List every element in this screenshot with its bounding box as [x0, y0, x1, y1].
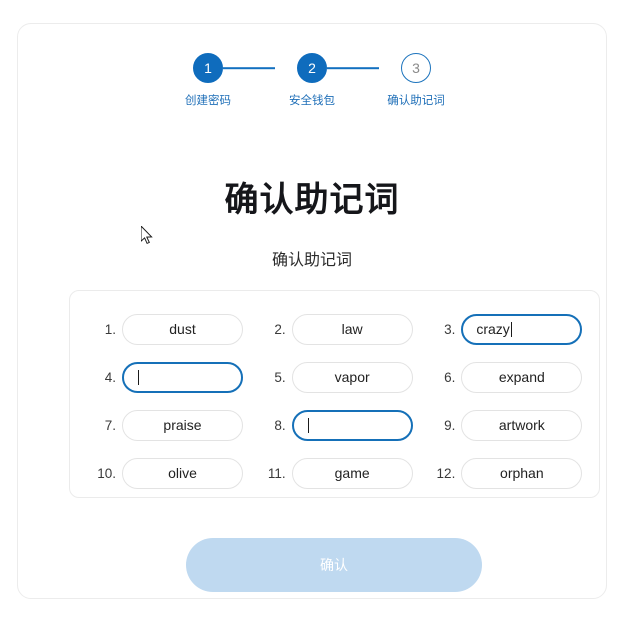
stepper-number-1: 1: [193, 53, 223, 83]
mnemonic-word-input-3[interactable]: crazy: [461, 313, 583, 345]
page-title: 确认助记词: [224, 181, 400, 219]
stepper-circle-row: 3: [364, 52, 468, 84]
stepper-label-3: 确认助记词: [387, 95, 445, 107]
stepper: 1 创建密码 2 安全钱包 3 确认助记词: [18, 52, 606, 110]
mnemonic-word-input-8[interactable]: [291, 409, 413, 441]
mnemonic-word-input-12[interactable]: orphan: [461, 457, 583, 489]
onboarding-card: 1 创建密码 2 安全钱包 3 确认助记词 确认助记词 确认助记词 1. dust 2. law…: [17, 23, 607, 599]
confirm-button[interactable]: 确认: [186, 538, 482, 592]
stepper-label-2: 安全钱包: [289, 95, 335, 107]
stepper-number-2: 2: [297, 53, 327, 83]
mnemonic-cell: 4.: [80, 361, 250, 393]
mnemonic-cell: 9. artwork: [419, 409, 589, 441]
mnemonic-cell: 12. orphan: [419, 457, 589, 489]
mnemonic-index: 7.: [104, 417, 116, 433]
mnemonic-cell: 10. olive: [80, 457, 250, 489]
mnemonic-index: 4.: [104, 369, 116, 385]
mnemonic-index: 8.: [274, 417, 286, 433]
mnemonic-index: 12.: [436, 465, 456, 481]
mnemonic-grid: 1. dust 2. law 3. crazy 4. 5. vapor 6. expand 7. pra…: [80, 305, 589, 497]
mnemonic-cell: 6. expand: [419, 361, 589, 393]
mnemonic-cell: 8.: [250, 409, 420, 441]
text-caret: [138, 369, 139, 385]
mnemonic-index: 5.: [274, 369, 286, 385]
mnemonic-index: 10.: [97, 465, 116, 481]
stepper-step-2: 2 安全钱包: [260, 52, 379, 110]
mnemonic-word-value: praise: [163, 417, 202, 433]
mnemonic-word-value: vapor: [334, 369, 370, 385]
mnemonic-cell: 5. vapor: [250, 361, 420, 393]
mnemonic-word-input-6[interactable]: expand: [461, 361, 583, 393]
mnemonic-cell: 7. praise: [80, 409, 250, 441]
page-root: 1 创建密码 2 安全钱包 3 确认助记词 确认助记词 确认助记词 1. dust 2. law…: [0, 0, 626, 621]
mnemonic-word-input-5[interactable]: vapor: [291, 361, 413, 393]
mnemonic-index: 6.: [444, 369, 456, 385]
stepper-step-1: 1 创建密码: [156, 52, 275, 110]
stepper-step-3: 3 确认助记词: [364, 52, 468, 110]
mnemonic-index: 1.: [104, 321, 116, 337]
stepper-number-3: 3: [401, 53, 431, 83]
mnemonic-word-input-9[interactable]: artwork: [461, 409, 583, 441]
mnemonic-panel: 1. dust 2. law 3. crazy 4. 5. vapor 6. expand 7. pra…: [69, 290, 600, 498]
text-caret: [307, 417, 309, 433]
stepper-circle-row: 2: [260, 52, 379, 84]
mnemonic-cell: 1. dust: [80, 313, 250, 345]
mnemonic-index: 11.: [267, 465, 286, 481]
mnemonic-cell: 3. crazy: [419, 313, 589, 345]
stepper-label-1: 创建密码: [185, 95, 231, 107]
mnemonic-cell: 2. law: [250, 313, 420, 345]
mnemonic-word-value: law: [341, 321, 363, 337]
mnemonic-word-value: expand: [498, 369, 545, 385]
mnemonic-word-input-11[interactable]: game: [291, 457, 413, 489]
mnemonic-word-value: artwork: [498, 417, 545, 433]
mnemonic-index: 3.: [444, 321, 456, 337]
mnemonic-word-value: game: [334, 465, 370, 481]
mnemonic-cell: 11. game: [250, 457, 420, 489]
mnemonic-word-value: olive: [168, 465, 197, 481]
mnemonic-word-value: orphan: [500, 465, 544, 481]
mnemonic-word-input-1[interactable]: dust: [122, 313, 243, 345]
mnemonic-word-input-4[interactable]: [122, 361, 243, 393]
mnemonic-word-input-7[interactable]: praise: [122, 409, 243, 441]
page-subtitle: 确认助记词: [271, 252, 352, 269]
mnemonic-word-input-2[interactable]: law: [291, 313, 413, 345]
mnemonic-index: 2.: [274, 321, 286, 337]
text-caret: [510, 321, 512, 337]
mnemonic-index: 9.: [444, 417, 456, 433]
mnemonic-word-value: crazy: [476, 321, 510, 337]
mnemonic-word-value: dust: [169, 321, 196, 337]
mnemonic-word-input-10[interactable]: olive: [122, 457, 243, 489]
stepper-circle-row: 1: [156, 52, 275, 84]
